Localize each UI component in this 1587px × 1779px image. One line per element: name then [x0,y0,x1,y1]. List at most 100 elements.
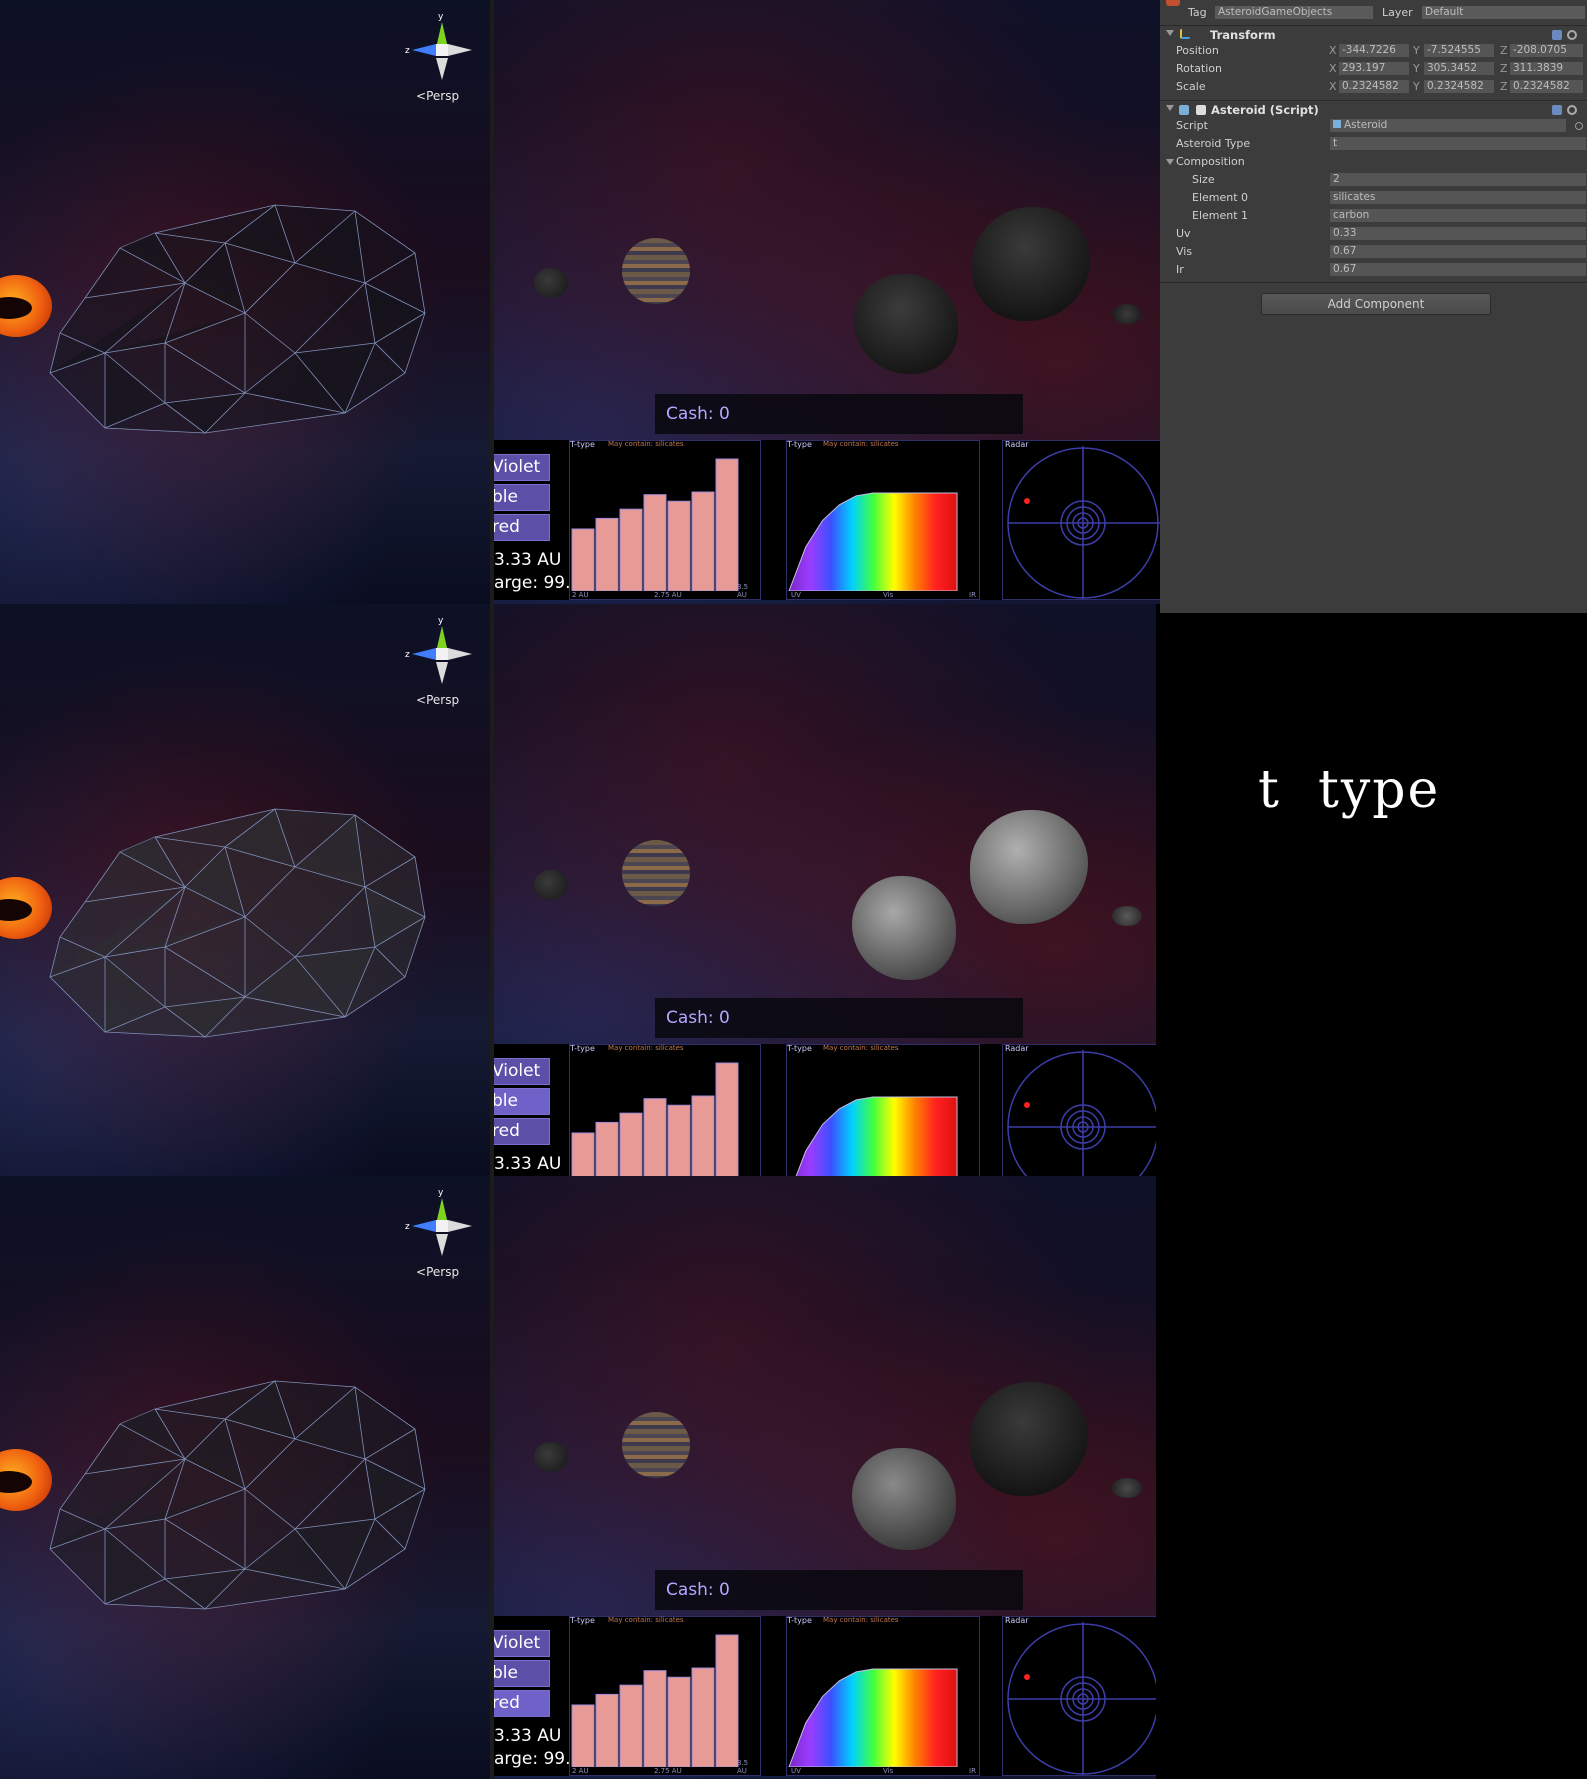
violet-button[interactable]: Violet [494,1058,550,1085]
position-y-field[interactable]: -7.524555 [1424,44,1494,57]
collapse-triangle-icon[interactable] [1166,30,1174,36]
scene-view[interactable]: y z <Persp [0,1176,490,1779]
vis-label: Vis [1176,245,1193,258]
asteroid-large-1[interactable] [854,274,958,374]
size-field[interactable]: 2 [1330,173,1586,186]
scene-view[interactable]: y z <Persp [0,0,490,604]
asteroid-lit-2[interactable] [970,810,1088,924]
hud-bottom-bar: Violet ble red 3.33 AU arge: 99.1 T-type… [494,1616,1156,1776]
persp-text: Persp [426,1265,460,1279]
radar-display[interactable] [1003,1045,1156,1176]
x-axis-cone-icon[interactable] [448,648,472,660]
radar-display[interactable] [1003,441,1160,599]
inspector-panel: Tag AsteroidGameObjects Layer Default Tr… [1160,0,1587,613]
orientation-gizmo[interactable]: y z [400,10,480,100]
position-x-field[interactable]: -344.7226 [1339,44,1409,57]
help-icon[interactable] [1552,30,1562,40]
radar-blip [1024,498,1030,504]
scale-x-field[interactable]: 0.2324582 [1339,80,1409,93]
asteroid-large-2[interactable] [972,207,1090,321]
asteroid-large-2[interactable] [970,1382,1088,1496]
script-icon [1179,105,1189,115]
asteroid-wireframe[interactable] [45,807,445,1042]
rotation-y-field[interactable]: 305.3452 [1424,62,1494,75]
frame-1: y z <Persp Cash: 0 Violet ble red 3.33 A… [0,0,1160,604]
persp-text: Persp [426,693,460,707]
script-field[interactable]: Asteroid [1330,119,1566,132]
histogram-bar [643,494,667,591]
infrared-button[interactable]: red [494,1690,550,1717]
transform-header[interactable]: Transform [1160,25,1587,44]
violet-button[interactable]: Violet [494,454,550,481]
projection-label[interactable]: <Persp [416,89,459,103]
enabled-checkbox[interactable] [1196,105,1206,115]
gizmo-center-cube[interactable] [436,44,448,56]
gizmo-center-cube[interactable] [436,1220,448,1232]
position-z-field[interactable]: -208.0705 [1510,44,1583,57]
rotation-z-field[interactable]: 311.3839 [1510,62,1583,75]
add-component-button[interactable]: Add Component [1261,293,1491,315]
element-1-field[interactable]: carbon [1330,209,1586,222]
infrared-button[interactable]: red [494,514,550,541]
collapse-triangle-icon[interactable] [1166,105,1174,111]
asteroid-type-field[interactable]: t [1330,137,1586,150]
radar-display[interactable] [1003,1617,1156,1775]
spectrum-area [795,1096,958,1176]
orientation-gizmo[interactable]: y z [400,1186,480,1276]
histogram-xlabel-end: 3.5 AU [737,583,749,599]
asteroid-lit-1[interactable] [852,876,956,980]
scale-z-field[interactable]: 0.2324582 [1510,80,1583,93]
visible-button[interactable]: ble [494,1660,550,1687]
game-view[interactable]: Cash: 0 Violet ble red 3.33 AU arge: 99.… [494,0,1160,604]
histogram-bar [715,1062,739,1176]
ir-field[interactable]: 0.67 [1330,263,1586,276]
gizmo-center-cube[interactable] [436,648,448,660]
x-axis-cone-icon[interactable] [448,1220,472,1232]
orientation-gizmo[interactable]: y z [400,614,480,704]
neg-y-axis-cone-icon[interactable] [436,662,448,684]
histogram-xlabel-end: 3.5 AU [737,1759,749,1775]
violet-button[interactable]: Violet [494,1630,550,1657]
asteroid-script-header[interactable]: Asteroid (Script) [1160,100,1587,119]
spectrum-xlabel-ir: IR [969,1767,976,1775]
gear-icon[interactable] [1567,105,1577,115]
game-view[interactable]: Cash: 0 Violet ble red 3.33 AU T-type Ma… [494,604,1156,1176]
spectrum-chart [788,1668,958,1767]
neg-y-axis-cone-icon[interactable] [436,1234,448,1256]
histogram-bar [595,1121,619,1176]
asteroid-wireframe[interactable] [45,203,445,438]
asteroid-lit-1[interactable] [852,1448,956,1550]
component-separator [1160,282,1587,283]
gizmo-z-label: z [405,46,410,56]
x-axis-cone-icon[interactable] [448,44,472,56]
scene-view[interactable]: y z <Persp [0,604,490,1176]
tag-dropdown[interactable]: AsteroidGameObjects [1215,6,1373,19]
z-axis-cone-icon[interactable] [412,1220,436,1232]
gear-icon[interactable] [1567,30,1577,40]
histogram-chart [571,1062,739,1176]
help-icon[interactable] [1552,105,1562,115]
vis-field[interactable]: 0.67 [1330,245,1586,258]
game-view[interactable]: Cash: 0 Violet ble red 3.33 AU arge: 99.… [494,1176,1156,1779]
z-axis-cone-icon[interactable] [412,648,436,660]
transform-axis-icon [1180,29,1190,39]
uv-field[interactable]: 0.33 [1330,227,1586,240]
composition-triangle-icon[interactable] [1166,159,1174,165]
scale-y-field[interactable]: 0.2324582 [1424,80,1494,93]
asteroid-wireframe[interactable] [45,1379,445,1614]
projection-label[interactable]: <Persp [416,1265,459,1279]
visible-button[interactable]: ble [494,1088,550,1115]
element-0-field[interactable]: silicates [1330,191,1586,204]
spectrum-chart [788,492,958,591]
x-axis-label: X [1329,80,1337,93]
object-picker-icon[interactable] [1575,122,1583,130]
histogram-bar [595,1693,619,1767]
z-axis-cone-icon[interactable] [412,44,436,56]
infrared-button[interactable]: red [494,1118,550,1145]
neg-y-axis-cone-icon[interactable] [436,58,448,80]
projection-label[interactable]: <Persp [416,693,459,707]
visible-button[interactable]: ble [494,484,550,511]
composition-label[interactable]: Composition [1176,154,1245,170]
layer-dropdown[interactable]: Default [1422,6,1585,19]
rotation-x-field[interactable]: 293.197 [1339,62,1409,75]
